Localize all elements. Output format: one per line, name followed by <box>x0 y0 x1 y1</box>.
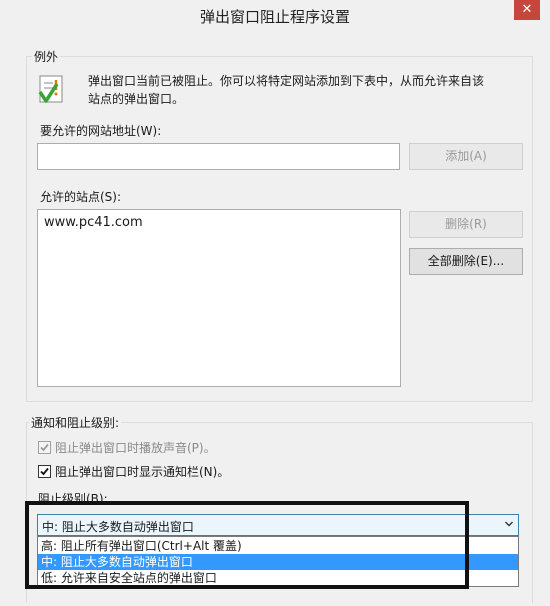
remove-button[interactable]: 删除(R) <box>409 211 523 238</box>
list-item[interactable]: www.pc41.com <box>44 215 143 230</box>
show-bar-label: 阻止弹出窗口时显示通知栏(N)。 <box>55 465 230 479</box>
close-button[interactable]: ✕ <box>514 0 540 20</box>
play-sound-checkbox[interactable] <box>38 441 51 454</box>
close-icon: ✕ <box>521 2 533 17</box>
play-sound-label: 阻止弹出窗口时播放声音(P)。 <box>55 441 216 455</box>
allowed-sites-label: 允许的站点(S): <box>40 190 122 204</box>
checkmark-icon <box>40 467 49 476</box>
address-label: 要允许的网站地址(W): <box>40 124 162 138</box>
info-text-line2: 站点的弹出窗口。 <box>88 92 185 106</box>
remove-all-button[interactable]: 全部删除(E)... <box>409 248 523 275</box>
window-title: 弹出窗口阻止程序设置 <box>199 8 350 26</box>
address-input[interactable] <box>37 143 400 170</box>
info-text: 弹出窗口当前已被阻止。你可以将特定网站添加到下表中，从而允许来自该 站点的弹出窗… <box>88 72 508 108</box>
info-text-line1: 弹出窗口当前已被阻止。你可以将特定网站添加到下表中，从而允许来自该 <box>88 74 485 88</box>
highlight-frame <box>25 501 469 589</box>
title-bar: 弹出窗口阻止程序设置 ✕ <box>0 0 550 30</box>
show-bar-checkbox[interactable] <box>38 465 51 478</box>
add-button[interactable]: 添加(A) <box>409 143 523 170</box>
allowed-sites-list[interactable]: www.pc41.com <box>37 209 401 387</box>
warning-checklist-icon <box>38 75 63 103</box>
checkmark-icon <box>40 443 49 452</box>
exceptions-group-label: 例外 <box>32 48 61 65</box>
notification-group-label: 通知和阻止级别: <box>29 414 122 431</box>
chevron-down-icon <box>505 521 513 527</box>
